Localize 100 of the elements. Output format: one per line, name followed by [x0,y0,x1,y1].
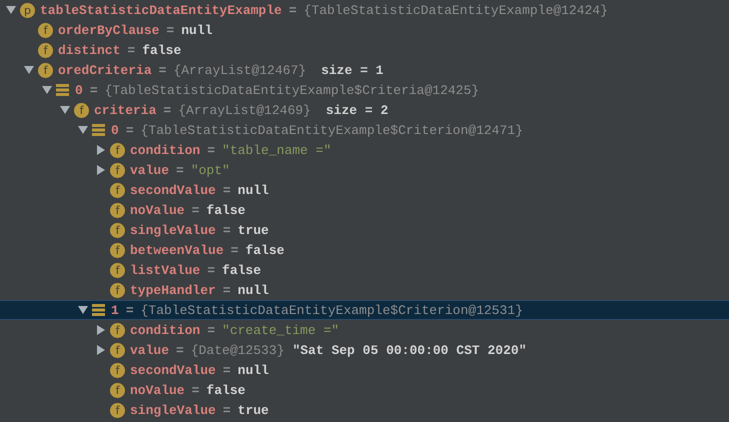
field-icon: f [110,162,125,178]
equals-sign: = [158,62,166,78]
tree-row[interactable]: f singleValue = true [0,400,729,420]
variable-name: noValue [130,382,185,398]
field-icon: f [110,182,125,198]
field-icon: f [38,62,53,78]
tree-row[interactable]: 1 = {TableStatisticDataEntityExample$Criterion@12531} [0,300,729,320]
equals-sign: = [222,362,231,378]
tree-row[interactable]: 0 = {TableStatisticDataEntityExample$Criteria@12425} [0,80,729,100]
equals-sign: = [127,42,136,58]
tree-row[interactable]: f noValue = false [0,380,729,400]
tree-row[interactable]: p tableStatisticDataEntityExample = {TableStatisticDataEntityExample@12424} [0,0,729,20]
variable-value: null [238,282,269,298]
field-icon: f [38,22,53,38]
variable-name: secondValue [130,182,216,198]
tree-row[interactable]: f distinct = false [0,40,729,60]
equals-sign: = [230,242,238,258]
tree-row[interactable]: 0 = {TableStatisticDataEntityExample$Criterion@12471} [0,120,729,140]
tree-row[interactable]: f singleValue = true [0,220,729,240]
tree-row[interactable]: f condition = "create_time =" [0,320,729,340]
tree-row[interactable]: f secondValue = null [0,360,729,380]
object-reference: {TableStatisticDataEntityExample$Criterion@12471} [140,122,523,138]
tree-row[interactable]: f value = "opt" [0,160,729,180]
variable-value: null [181,22,212,38]
equals-sign: = [126,122,134,138]
variable-value: false [206,382,246,398]
collapsed-arrow-icon[interactable] [96,325,106,335]
object-reference: {Date@12533} [190,342,284,358]
field-icon: f [74,102,89,118]
equals-sign: = [207,322,216,338]
equals-sign: = [222,182,231,198]
variable-name: 0 [111,122,119,138]
variable-name: condition [130,142,200,158]
list-element-icon [92,124,105,136]
collection-size: size = 1 [321,62,384,78]
tree-row[interactable]: f condition = "table_name =" [0,140,729,160]
equals-sign: = [222,222,231,238]
field-icon: f [110,362,125,378]
tree-row[interactable]: f orderByClause = null [0,20,729,40]
field-icon: f [110,322,125,338]
object-reference: {TableStatisticDataEntityExample$Criteria@12425} [104,82,480,98]
variable-name: orderByClause [58,22,160,38]
string-value: "create_time =" [222,322,340,338]
equals-sign: = [163,102,172,118]
expanded-arrow-icon[interactable] [60,105,70,115]
collapsed-arrow-icon[interactable] [96,145,106,155]
variable-name: typeHandler [130,282,216,298]
variable-name: listValue [130,262,200,278]
equals-sign: = [207,142,216,158]
equals-sign: = [176,342,184,358]
variable-name: distinct [58,42,120,58]
variable-value: null [238,182,269,198]
equals-sign: = [192,202,200,218]
variable-value: false [222,262,262,278]
variable-name: oredCriteria [58,62,152,78]
equals-sign: = [222,402,231,418]
equals-sign: = [166,22,174,38]
equals-sign: = [192,382,200,398]
tree-row[interactable]: f value = {Date@12533} "Sat Sep 05 00:00:00 CST 2020" [0,340,729,360]
variable-name: noValue [130,202,185,218]
variable-name: criteria [94,102,156,118]
expanded-arrow-icon[interactable] [78,305,88,315]
expanded-arrow-icon[interactable] [78,125,88,135]
variable-value: false [206,202,246,218]
variable-name: singleValue [130,222,216,238]
collapsed-arrow-icon[interactable] [96,165,106,175]
field-icon: f [110,242,125,258]
tree-row[interactable]: f typeHandler = null [0,280,729,300]
object-reference: {TableStatisticDataEntityExample$Criterion@12531} [140,302,523,318]
tree-row[interactable]: f oredCriteria = {ArrayList@12467} size = 1 [0,60,729,80]
field-icon: f [110,222,125,238]
expanded-arrow-icon[interactable] [42,85,52,95]
expanded-arrow-icon[interactable] [6,5,16,15]
tree-row[interactable]: f secondValue = null [0,180,729,200]
field-icon: f [110,282,125,298]
tree-row[interactable]: f noValue = false [0,200,729,220]
equals-sign: = [222,282,231,298]
variable-name: betweenValue [130,242,224,258]
collapsed-arrow-icon[interactable] [96,345,106,355]
tree-row[interactable]: f criteria = {ArrayList@12469} size = 2 [0,100,729,120]
field-icon: f [38,42,53,58]
variable-name: value [130,342,170,358]
string-value: "opt" [190,162,230,178]
tree-row[interactable]: f betweenValue = false [0,240,729,260]
parameter-icon: p [20,2,35,18]
object-reference: {ArrayList@12469} [178,102,311,118]
expanded-arrow-icon[interactable] [24,65,34,75]
field-icon: f [110,342,125,358]
field-icon: f [110,402,125,418]
equals-sign: = [288,2,297,18]
equals-sign: = [207,262,216,278]
variable-value: true [238,402,269,418]
tree-row[interactable]: f listValue = false [0,260,729,280]
equals-sign: = [90,82,98,98]
variable-name: 0 [75,82,83,98]
list-element-icon [56,84,69,96]
field-icon: f [110,262,125,278]
field-icon: f [110,382,125,398]
variable-name: 1 [111,302,119,318]
variable-value: "Sat Sep 05 00:00:00 CST 2020" [292,342,526,358]
